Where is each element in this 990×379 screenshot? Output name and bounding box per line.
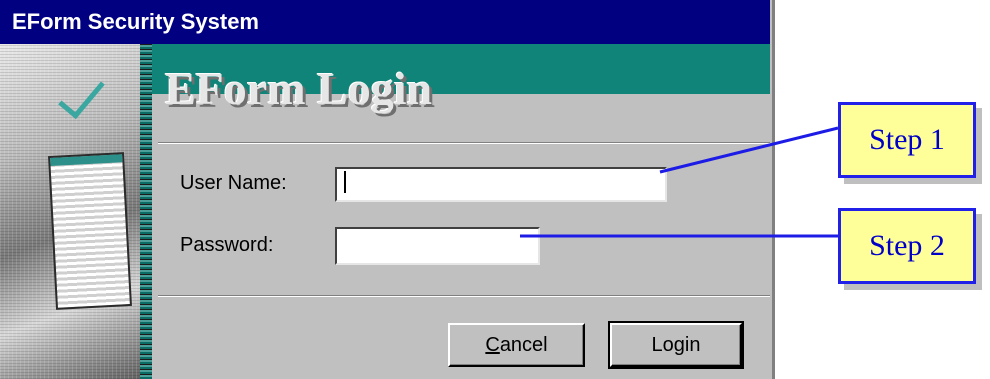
text-cursor: [344, 171, 346, 193]
cancel-label-rest: ancel: [499, 333, 548, 356]
login-label: Login: [651, 333, 701, 356]
checkmark-icon: [58, 69, 105, 120]
decorative-stripe: [140, 44, 152, 379]
password-label: Password:: [180, 234, 274, 256]
step1-label: Step 1: [869, 123, 945, 156]
login-dialog: EForm Security System EForm Login User N…: [0, 0, 775, 379]
login-button[interactable]: Login: [608, 321, 744, 369]
security-graphic: [0, 44, 152, 379]
window-titlebar[interactable]: EForm Security System: [0, 0, 770, 44]
step1-callout: Step 1: [838, 102, 976, 178]
step2-callout: Step 2: [838, 208, 976, 284]
username-input[interactable]: [335, 167, 667, 202]
window-title: EForm Security System: [12, 9, 259, 34]
page-title: EForm Login: [165, 63, 433, 114]
step2-label: Step 2: [869, 229, 945, 262]
username-label: User Name:: [180, 172, 287, 194]
cancel-button[interactable]: Cancel: [448, 323, 585, 367]
id-card-icon: [48, 152, 132, 310]
divider-top: [158, 142, 770, 144]
divider-bottom: [158, 295, 770, 297]
cancel-accelerator: C: [485, 333, 500, 356]
password-input[interactable]: [335, 227, 540, 265]
